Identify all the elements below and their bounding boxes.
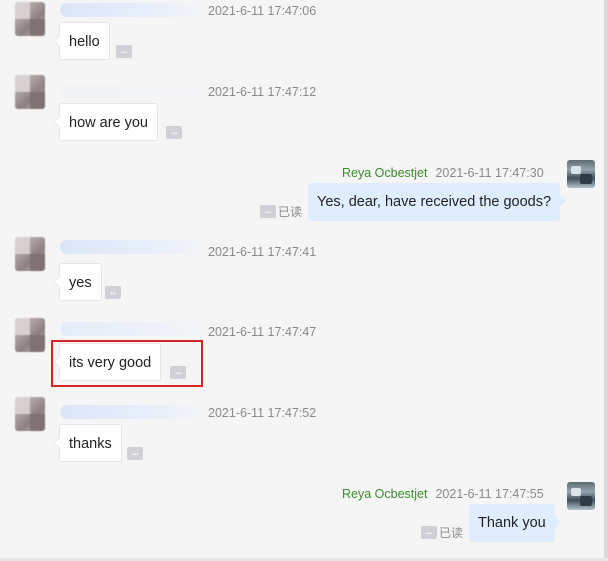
message-bubble[interactable]: hello	[54, 22, 110, 60]
contact-avatar[interactable]	[15, 2, 45, 36]
message-timestamp: 2021-6-11 17:47:12	[208, 85, 317, 99]
message-timestamp: 2021-6-11 17:47:47	[208, 325, 317, 339]
message-bubble[interactable]: Thank you	[469, 504, 561, 542]
scrollbar-track[interactable]	[604, 0, 608, 561]
more-options-icon[interactable]: ...	[260, 205, 276, 218]
message-timestamp: 2021-6-11 17:47:55	[435, 487, 544, 501]
message-header: Reya Ocbestjet 2021-6-11 17:47:30	[342, 166, 544, 180]
contact-avatar[interactable]	[15, 397, 45, 431]
user-avatar[interactable]	[567, 160, 595, 188]
message-timestamp: 2021-6-11 17:47:41	[208, 245, 317, 259]
more-options-icon[interactable]: ...	[127, 447, 143, 460]
message-timestamp: 2021-6-11 17:47:06	[208, 4, 317, 18]
user-avatar[interactable]	[567, 482, 595, 510]
read-receipt-label: 已读	[439, 526, 464, 540]
message-timestamp: 2021-6-11 17:47:30	[435, 166, 544, 180]
sender-name-redacted	[60, 322, 205, 336]
contact-avatar[interactable]	[15, 237, 45, 271]
sender-name-redacted	[60, 3, 205, 17]
message-header: Reya Ocbestjet 2021-6-11 17:47:55	[342, 487, 544, 501]
message-bubble[interactable]: how are you	[54, 103, 158, 141]
message-bubble[interactable]: Yes, dear, have received the goods?	[308, 183, 567, 221]
read-receipt-label: 已读	[278, 205, 303, 219]
message-bubble[interactable]: thanks	[54, 424, 122, 462]
sender-name-redacted	[60, 405, 205, 419]
sender-name-redacted	[60, 84, 205, 98]
contact-avatar[interactable]	[15, 75, 45, 109]
more-options-icon[interactable]: ...	[166, 126, 182, 139]
contact-avatar[interactable]	[15, 318, 45, 352]
more-options-icon[interactable]: ...	[105, 286, 121, 299]
message-bubble[interactable]: yes	[54, 263, 102, 301]
sender-name: Reya Ocbestjet	[342, 487, 428, 501]
more-options-icon[interactable]: ...	[421, 526, 437, 539]
sender-name: Reya Ocbestjet	[342, 166, 428, 180]
chat-history-panel: 2021-6-11 17:47:06 hello ... 2021-6-11 1…	[0, 0, 604, 561]
sender-name-redacted	[60, 240, 205, 254]
highlight-box	[51, 340, 203, 387]
more-options-icon[interactable]: ...	[116, 45, 132, 58]
message-timestamp: 2021-6-11 17:47:52	[208, 406, 317, 420]
